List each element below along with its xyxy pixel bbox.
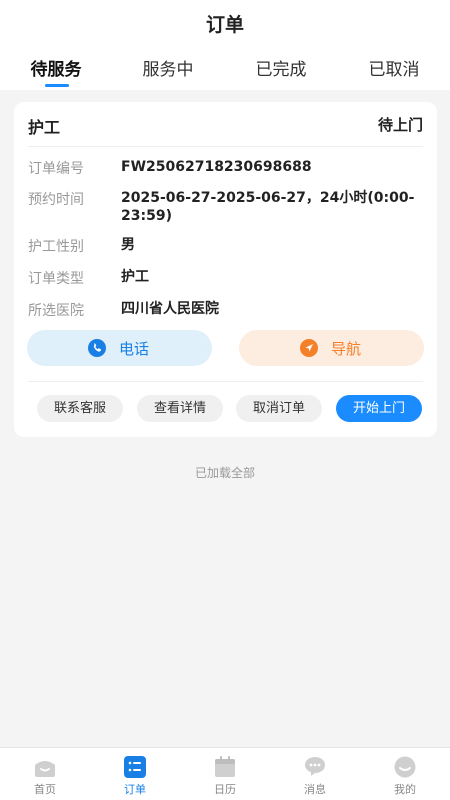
field-label: 订单编号 — [28, 161, 84, 177]
nav-item-home[interactable]: 首页 — [0, 748, 90, 800]
nav-label: 订单 — [124, 783, 146, 796]
order-status: 待上门 — [377, 116, 423, 134]
nav-item-messages[interactable]: 消息 — [270, 748, 360, 800]
navigate-button[interactable]: 导航 — [239, 330, 424, 366]
nav-label: 日历 — [214, 783, 236, 796]
start-visit-button[interactable]: 开始上门 — [336, 395, 422, 422]
calendar-icon — [213, 756, 237, 778]
bottom-nav: 首页 订单 日历 消息 我的 — [0, 747, 450, 800]
nav-label: 我的 — [394, 783, 416, 796]
header: 订单 待服务 服务中 已完成 已取消 — [0, 0, 450, 90]
order-card[interactable]: 护工 待上门 订单编号 FW25062718230698688 预约时间 202… — [14, 102, 437, 437]
tab-pending-service[interactable]: 待服务 — [11, 55, 101, 80]
nav-item-orders[interactable]: 订单 — [90, 748, 180, 800]
order-list-icon — [123, 756, 147, 778]
field-label: 所选医院 — [28, 303, 84, 319]
call-button[interactable]: 电话 — [27, 330, 212, 366]
nav-label: 消息 — [304, 783, 326, 796]
tab-cancelled[interactable]: 已取消 — [349, 55, 439, 80]
list-end-message: 已加载全部 — [194, 466, 255, 480]
order-service-type: 护工 — [28, 118, 61, 137]
phone-icon — [88, 339, 106, 357]
order-type-value: 护工 — [121, 269, 149, 285]
home-icon — [33, 756, 57, 778]
nav-item-profile[interactable]: 我的 — [360, 748, 450, 800]
navigation-arrow-icon — [300, 339, 318, 357]
view-details-button[interactable]: 查看详情 — [137, 395, 223, 422]
divider — [28, 381, 423, 382]
nav-item-calendar[interactable]: 日历 — [180, 748, 270, 800]
page-title: 订单 — [205, 14, 244, 36]
caregiver-gender-value: 男 — [121, 237, 135, 253]
call-button-label: 电话 — [119, 340, 150, 358]
field-label: 预约时间 — [28, 192, 84, 208]
contact-support-button[interactable]: 联系客服 — [37, 395, 123, 422]
active-tab-indicator — [45, 84, 69, 87]
cancel-order-button[interactable]: 取消订单 — [236, 395, 322, 422]
order-number-value: FW25062718230698688 — [121, 159, 312, 175]
message-icon — [303, 756, 327, 778]
order-status-tabs: 待服务 服务中 已完成 已取消 — [0, 55, 450, 90]
field-label: 护工性别 — [28, 239, 84, 255]
profile-icon — [393, 756, 417, 778]
appointment-time-value: 2025-06-27-2025-06-27，24小时(0:00-23:59) — [121, 190, 415, 224]
tab-in-service[interactable]: 服务中 — [123, 55, 213, 80]
hospital-value: 四川省人民医院 — [121, 301, 219, 317]
divider — [28, 146, 423, 147]
field-label: 订单类型 — [28, 271, 84, 287]
navigate-button-label: 导航 — [331, 340, 362, 358]
order-card-header: 护工 待上门 — [28, 114, 423, 137]
nav-label: 首页 — [34, 783, 56, 796]
tab-completed[interactable]: 已完成 — [236, 55, 326, 80]
